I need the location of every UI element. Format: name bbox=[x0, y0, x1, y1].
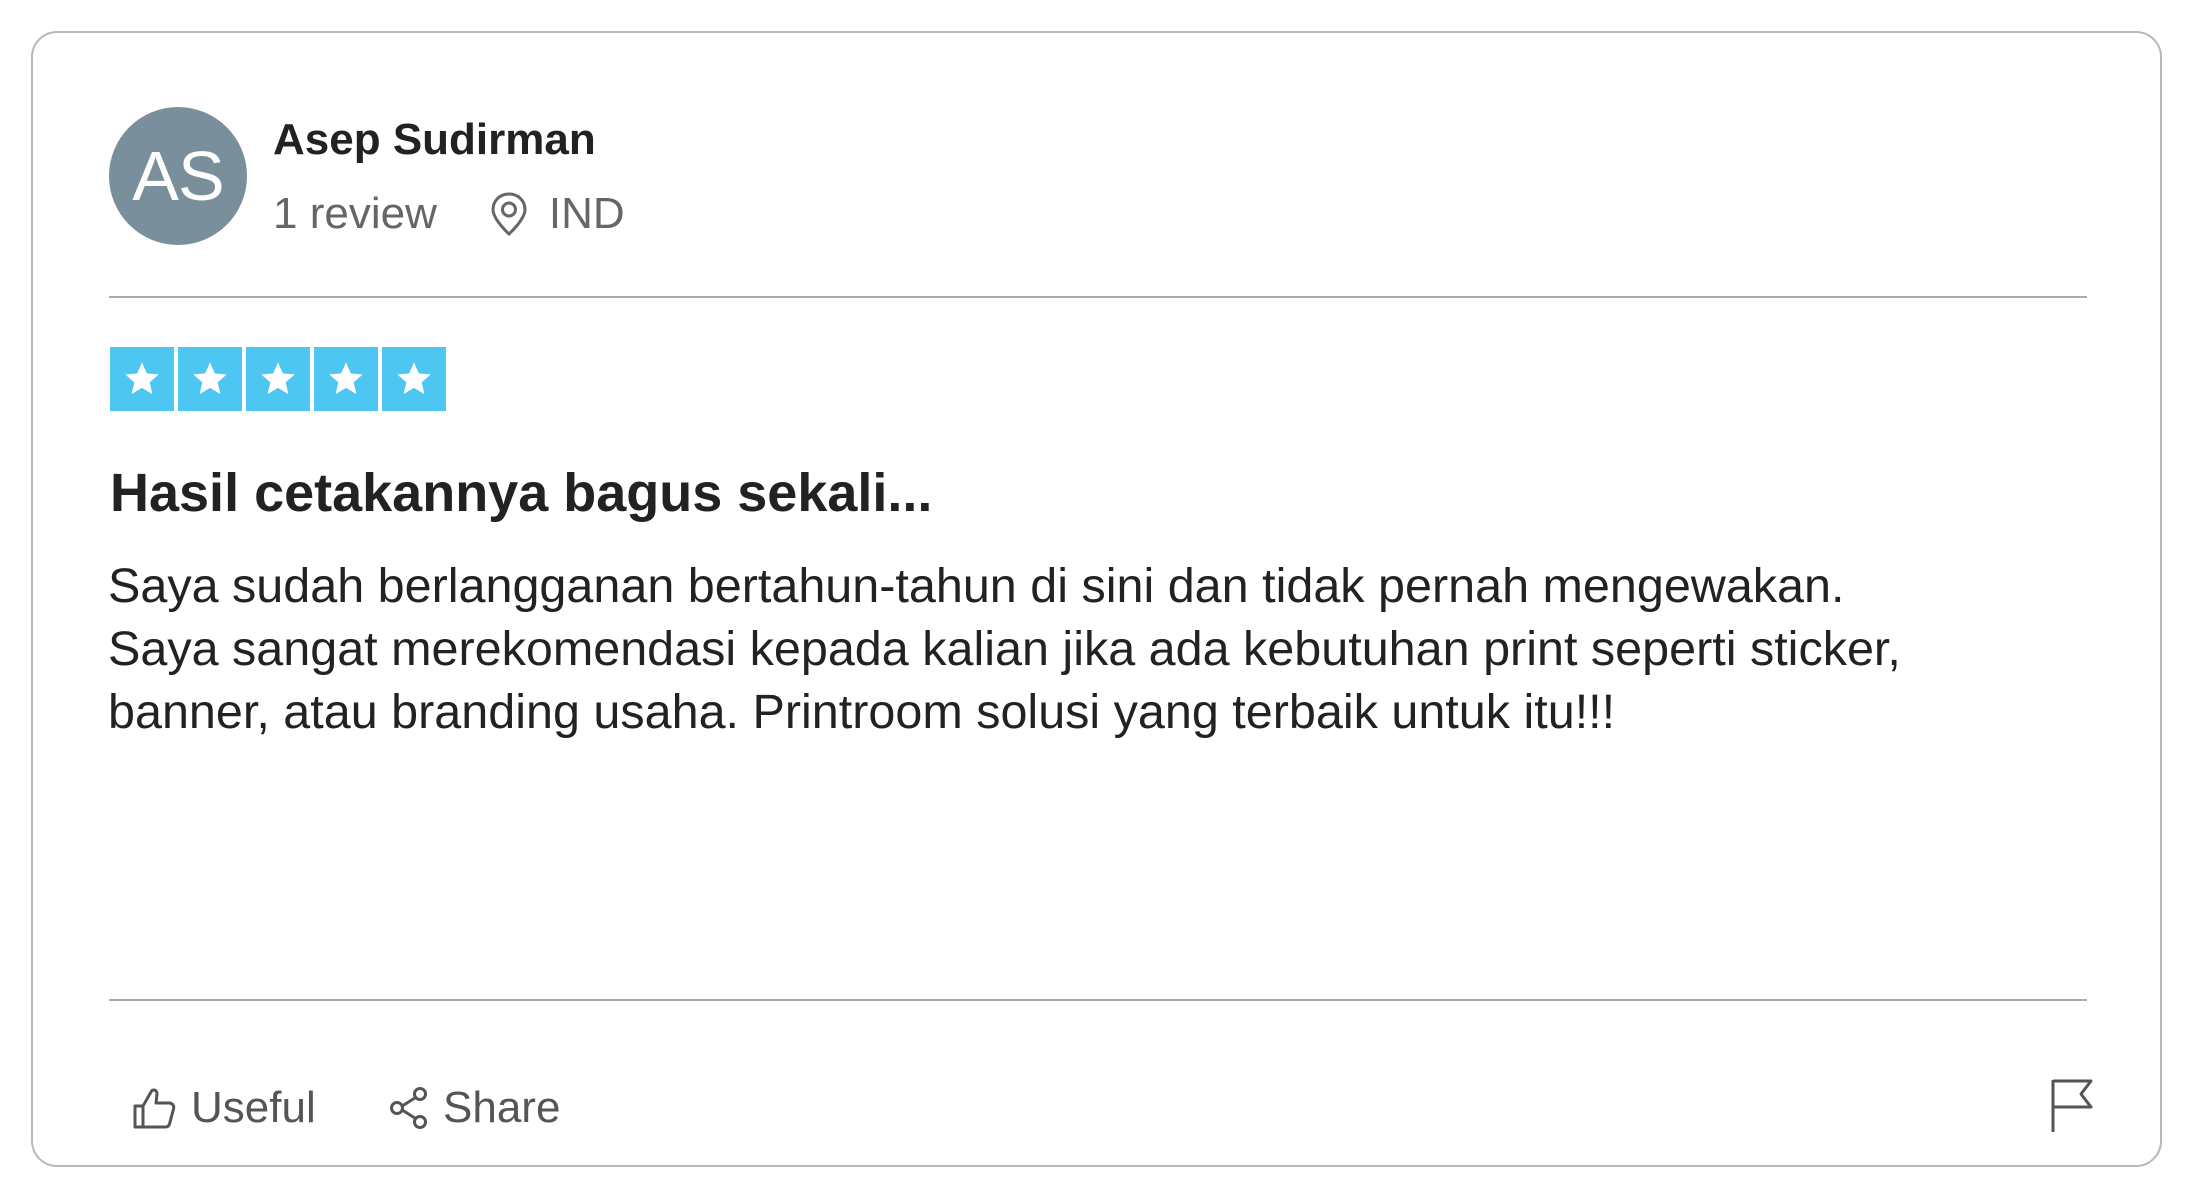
star-icon bbox=[382, 347, 446, 411]
share-icon bbox=[389, 1086, 443, 1130]
review-count: 1 review bbox=[273, 189, 437, 238]
star-rating bbox=[110, 347, 446, 411]
review-body-line: Saya sangat merekomendasi kepada kalian … bbox=[108, 622, 1901, 676]
divider bbox=[109, 999, 2087, 1001]
review-body-line: Saya sudah berlangganan bertahun-tahun d… bbox=[108, 559, 1845, 613]
report-button[interactable] bbox=[2047, 1076, 2097, 1136]
review-body-line: banner, atau branding usaha. Printroom s… bbox=[108, 685, 1616, 739]
author-name[interactable]: Asep Sudirman bbox=[273, 115, 596, 165]
flag-icon bbox=[2047, 1076, 2097, 1136]
location-pin-icon bbox=[489, 191, 549, 237]
author-meta: 1 review IND bbox=[273, 184, 625, 244]
useful-label: Useful bbox=[191, 1083, 316, 1132]
star-icon bbox=[110, 347, 174, 411]
useful-button[interactable]: Useful bbox=[131, 1078, 316, 1138]
review-title: Hasil cetakannya bagus sekali... bbox=[110, 463, 933, 523]
author-location: IND bbox=[548, 189, 625, 238]
review-body: Saya sudah berlangganan bertahun-tahun d… bbox=[108, 555, 2108, 744]
star-icon bbox=[314, 347, 378, 411]
share-label: Share bbox=[443, 1083, 561, 1132]
divider bbox=[109, 296, 2087, 298]
star-icon bbox=[246, 347, 310, 411]
review-card: AS Asep Sudirman 1 review IND Hasil ceta… bbox=[31, 31, 2162, 1167]
avatar[interactable]: AS bbox=[109, 107, 247, 245]
share-button[interactable]: Share bbox=[389, 1078, 560, 1138]
star-icon bbox=[178, 347, 242, 411]
thumbs-up-icon bbox=[131, 1085, 191, 1131]
